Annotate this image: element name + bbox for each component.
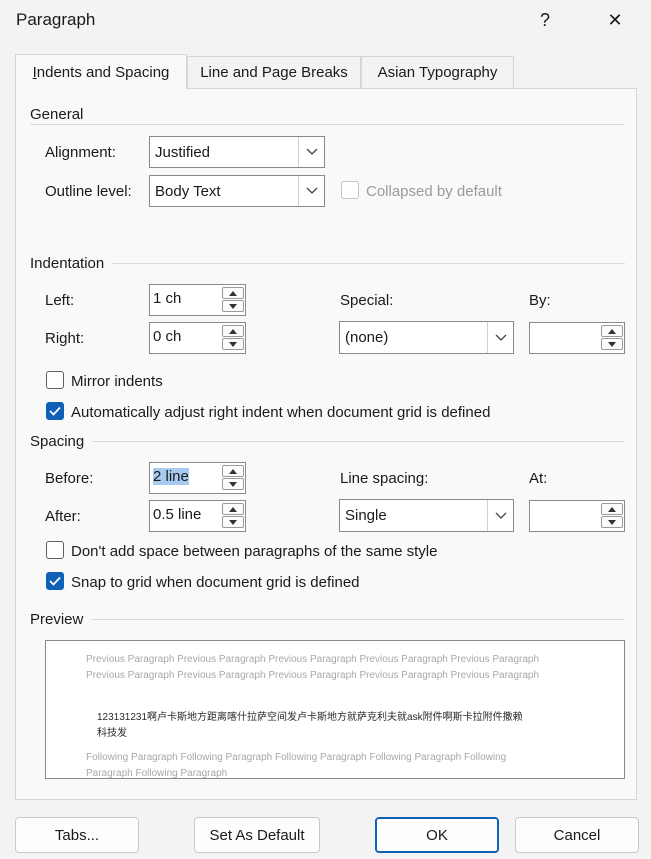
spin-up-icon[interactable]: [601, 325, 623, 337]
special-select[interactable]: (none): [339, 321, 514, 354]
spin-down-icon[interactable]: [222, 338, 244, 350]
preview-following-line: Paragraph Following Paragraph: [86, 768, 228, 779]
chevron-down-icon: [487, 322, 513, 353]
preview-section-label: Preview: [30, 611, 92, 628]
spacing-section-label: Spacing: [30, 433, 93, 450]
set-as-default-label: Set As Default: [209, 826, 305, 844]
help-icon: ?: [539, 9, 550, 30]
dont-add-space-checkbox[interactable]: [46, 541, 64, 559]
at-spinner[interactable]: [529, 500, 625, 532]
outline-level-value: Body Text: [155, 182, 221, 200]
tab-label: Indents and Spacing: [32, 63, 170, 81]
collapsed-checkbox[interactable]: [341, 181, 359, 199]
spin-up-icon[interactable]: [222, 465, 244, 477]
cancel-label: Cancel: [553, 826, 601, 844]
indentation-section-label: Indentation: [30, 255, 113, 272]
indent-right-value: 0 ch: [153, 328, 182, 345]
chevron-down-icon: [487, 500, 513, 531]
tab-line-and-page-breaks[interactable]: Line and Page Breaks: [187, 56, 361, 88]
indent-right-label: Right:: [45, 330, 85, 347]
spacing-before-label: Before:: [45, 470, 94, 487]
ok-label: OK: [426, 826, 448, 844]
indent-left-spinner[interactable]: 1 ch: [149, 284, 246, 316]
spin-up-icon[interactable]: [222, 503, 244, 515]
spacing-before-spinner[interactable]: 2 line: [149, 462, 246, 494]
outline-level-select[interactable]: Body Text: [149, 175, 325, 207]
tab-asian-typography[interactable]: Asian Typography: [361, 56, 514, 88]
alignment-value: Justified: [155, 143, 211, 161]
spin-up-icon[interactable]: [601, 503, 623, 515]
general-rule: [30, 124, 625, 125]
checkmark-icon: [49, 406, 61, 416]
by-label: By:: [529, 292, 551, 309]
preview-following-line: Following Paragraph Following Paragraph …: [86, 752, 507, 763]
spin-up-icon[interactable]: [222, 325, 244, 337]
tabs-button[interactable]: Tabs...: [15, 817, 139, 853]
indent-left-label: Left:: [45, 292, 75, 309]
checkmark-icon: [49, 576, 61, 586]
spacing-after-value: 0.5 line: [153, 506, 202, 523]
tab-indents-and-spacing[interactable]: Indents and Spacing: [15, 54, 187, 89]
mirror-indents-label: Mirror indents: [71, 373, 163, 390]
mirror-indents-checkbox[interactable]: [46, 371, 64, 389]
spin-down-icon[interactable]: [222, 516, 244, 528]
indentation-rule: [30, 263, 625, 264]
line-spacing-select[interactable]: Single: [339, 499, 514, 532]
ok-button[interactable]: OK: [375, 817, 499, 853]
auto-adjust-label: Automatically adjust right indent when d…: [71, 404, 491, 421]
chevron-down-icon: [298, 137, 324, 167]
chevron-down-icon: [298, 176, 324, 206]
cancel-button[interactable]: Cancel: [515, 817, 639, 853]
dont-add-space-label: Don't add space between paragraphs of th…: [71, 543, 438, 560]
spin-down-icon[interactable]: [222, 300, 244, 312]
spacing-rule: [30, 441, 625, 442]
spin-up-icon[interactable]: [222, 287, 244, 299]
collapsed-label: Collapsed by default: [366, 183, 502, 200]
spin-down-icon[interactable]: [222, 478, 244, 490]
tab-label: Line and Page Breaks: [200, 64, 348, 81]
spacing-after-spinner[interactable]: 0.5 line: [149, 500, 246, 532]
preview-main-line: 科技发: [97, 728, 127, 739]
by-spinner[interactable]: [529, 322, 625, 354]
alignment-select[interactable]: Justified: [149, 136, 325, 168]
indent-left-value: 1 ch: [153, 290, 182, 307]
line-spacing-label: Line spacing:: [340, 470, 429, 487]
preview-main-line: 123131231啊卢卡斯地方距离喀什拉萨空间发卢卡斯地方就萨克利夫就ask附件…: [97, 712, 523, 723]
window-title: Paragraph: [16, 10, 96, 29]
general-section-label: General: [30, 106, 92, 123]
spacing-after-label: After:: [45, 508, 81, 525]
line-spacing-value: Single: [345, 507, 387, 524]
preview-previous-line: Previous Paragraph Previous Paragraph Pr…: [86, 654, 540, 665]
indent-right-spinner[interactable]: 0 ch: [149, 322, 246, 354]
preview-previous-line: Previous Paragraph Previous Paragraph Pr…: [86, 670, 540, 681]
close-icon: ✕: [607, 9, 623, 30]
spin-down-icon[interactable]: [601, 338, 623, 350]
set-as-default-button[interactable]: Set As Default: [194, 817, 320, 853]
special-label: Special:: [340, 292, 394, 309]
outline-level-label: Outline level:: [45, 183, 132, 200]
special-value: (none): [345, 329, 389, 346]
preview-box: Previous Paragraph Previous Paragraph Pr…: [45, 640, 625, 779]
tabs-button-label: Tabs...: [54, 826, 100, 844]
tab-label: Asian Typography: [377, 64, 498, 81]
snap-to-grid-label: Snap to grid when document grid is defin…: [71, 574, 360, 591]
alignment-label: Alignment:: [45, 144, 116, 161]
help-button[interactable]: ?: [522, 0, 568, 40]
snap-to-grid-checkbox[interactable]: [46, 572, 64, 590]
at-label: At:: [529, 470, 548, 487]
preview-rule: [30, 619, 625, 620]
auto-adjust-checkbox[interactable]: [46, 402, 64, 420]
spacing-before-value: 2 line: [153, 468, 189, 485]
spin-down-icon[interactable]: [601, 516, 623, 528]
close-button[interactable]: ✕: [592, 0, 638, 40]
